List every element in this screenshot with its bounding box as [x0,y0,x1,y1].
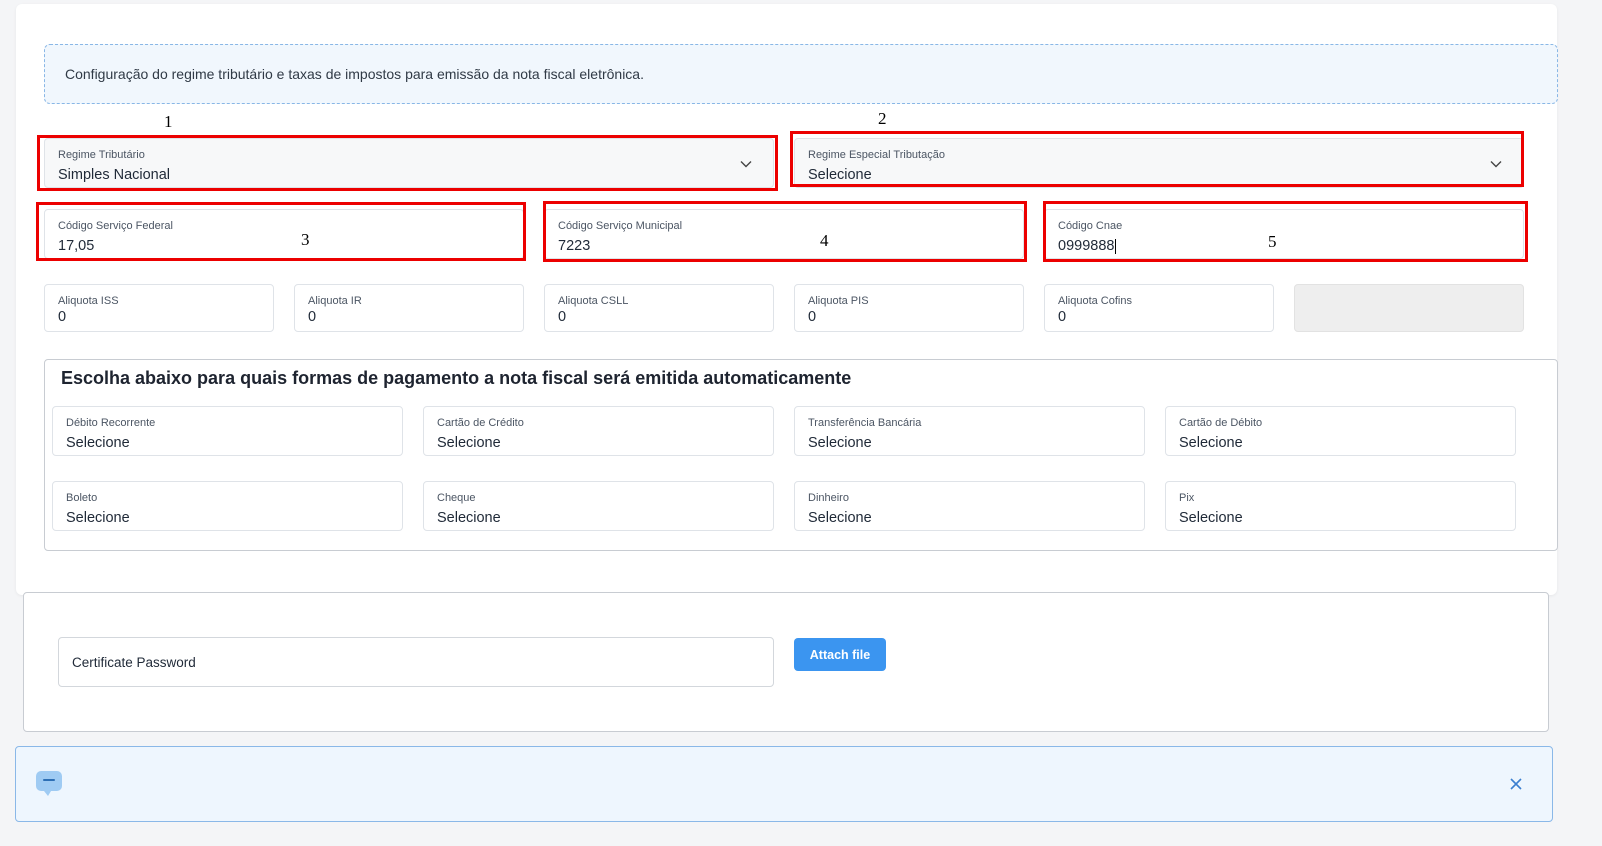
codigo-municipal-input[interactable]: Código Serviço Municipal 7223 [544,209,1024,259]
payment-option-value: Selecione [808,510,872,526]
payment-option-label: Cheque [437,492,476,504]
payment-section-title: Escolha abaixo para quais formas de paga… [61,368,852,388]
attach-file-button[interactable]: Attach file [794,638,886,671]
payment-option-label: Boleto [66,492,98,504]
payment-dinheiro-select[interactable]: Dinheiro Selecione [794,481,1145,531]
aliquota-csll-value: 0 [558,309,567,325]
aliquota-csll-input[interactable]: Aliquota CSLL 0 [544,284,774,332]
aliquota-pis-value: 0 [808,309,817,325]
payment-option-label: Débito Recorrente [66,417,156,429]
annotation-number-2: 2 [878,109,887,128]
aliquota-iss-label: Aliquota ISS [58,295,119,307]
chevron-down-icon [740,161,752,168]
annotation-number-5: 5 [1268,232,1277,251]
chat-bubble-icon[interactable] [34,769,64,799]
codigo-federal-value: 17,05 [58,238,95,254]
payment-option-value: Selecione [1179,510,1243,526]
aliquota-iss-value: 0 [58,309,67,325]
annotation-number-3: 3 [301,230,310,249]
payment-option-value: Selecione [1179,435,1243,451]
certificate-password-placeholder: Certificate Password [72,654,196,670]
payment-option-value: Selecione [66,510,130,526]
payment-debito-recorrente-select[interactable]: Débito Recorrente Selecione [52,406,403,456]
aliquota-cofins-value: 0 [1058,309,1067,325]
regime-tributario-select[interactable]: Regime Tributário Simples Nacional [44,138,774,188]
aliquota-pis-label: Aliquota PIS [808,295,869,307]
payment-option-value: Selecione [66,435,130,451]
payment-option-label: Transferência Bancária [808,417,922,429]
payment-option-label: Pix [1179,492,1195,504]
codigo-federal-label: Código Serviço Federal [58,220,173,232]
payment-option-value: Selecione [437,510,501,526]
codigo-municipal-label: Código Serviço Municipal [558,220,683,232]
aliquota-ir-label: Aliquota IR [308,295,362,307]
disabled-field [1294,284,1524,332]
regime-especial-select[interactable]: Regime Especial Tributação Selecione [794,138,1524,188]
certificate-password-input[interactable]: Certificate Password [58,637,774,687]
payment-option-value: Selecione [808,435,872,451]
codigo-cnae-label: Código Cnae [1058,220,1123,232]
regime-especial-label: Regime Especial Tributação [808,149,945,161]
regime-tributario-label: Regime Tributário [58,149,145,161]
aliquota-cofins-input[interactable]: Aliquota Cofins 0 [1044,284,1274,332]
payment-option-value: Selecione [437,435,501,451]
payment-transferencia-select[interactable]: Transferência Bancária Selecione [794,406,1145,456]
regime-tributario-value: Simples Nacional [58,167,171,183]
payment-pix-select[interactable]: Pix Selecione [1165,481,1516,531]
chat-bar [15,746,1553,822]
codigo-federal-input[interactable]: Código Serviço Federal 17,05 [44,209,524,259]
aliquota-csll-label: Aliquota CSLL [558,295,629,307]
codigo-cnae-value: 0999888 [1058,238,1115,254]
codigo-cnae-input[interactable]: Código Cnae 0999888 [1044,209,1524,259]
payment-cartao-debito-select[interactable]: Cartão de Débito Selecione [1165,406,1516,456]
info-banner: Configuração do regime tributário e taxa… [44,44,1558,104]
aliquota-ir-input[interactable]: Aliquota IR 0 [294,284,524,332]
close-icon[interactable] [1509,777,1523,791]
text-caret [1115,238,1117,254]
info-text: Configuração do regime tributário e taxa… [65,66,644,82]
codigo-municipal-value: 7223 [558,238,591,254]
payment-option-label: Cartão de Débito [1179,417,1263,429]
payment-option-label: Cartão de Crédito [437,417,524,429]
annotation-number-4: 4 [820,231,829,250]
aliquota-iss-input[interactable]: Aliquota ISS 0 [44,284,274,332]
regime-especial-value: Selecione [808,167,872,183]
payment-option-label: Dinheiro [808,492,849,504]
annotation-number-1: 1 [164,112,173,131]
payment-cheque-select[interactable]: Cheque Selecione [423,481,774,531]
aliquota-pis-input[interactable]: Aliquota PIS 0 [794,284,1024,332]
codigo-cnae-value-wrap: 0999888 [1058,238,1117,254]
chevron-down-icon [1490,161,1502,168]
payment-boleto-select[interactable]: Boleto Selecione [52,481,403,531]
aliquota-ir-value: 0 [308,309,317,325]
payment-cartao-credito-select[interactable]: Cartão de Crédito Selecione [423,406,774,456]
aliquota-cofins-label: Aliquota Cofins [1058,295,1132,307]
